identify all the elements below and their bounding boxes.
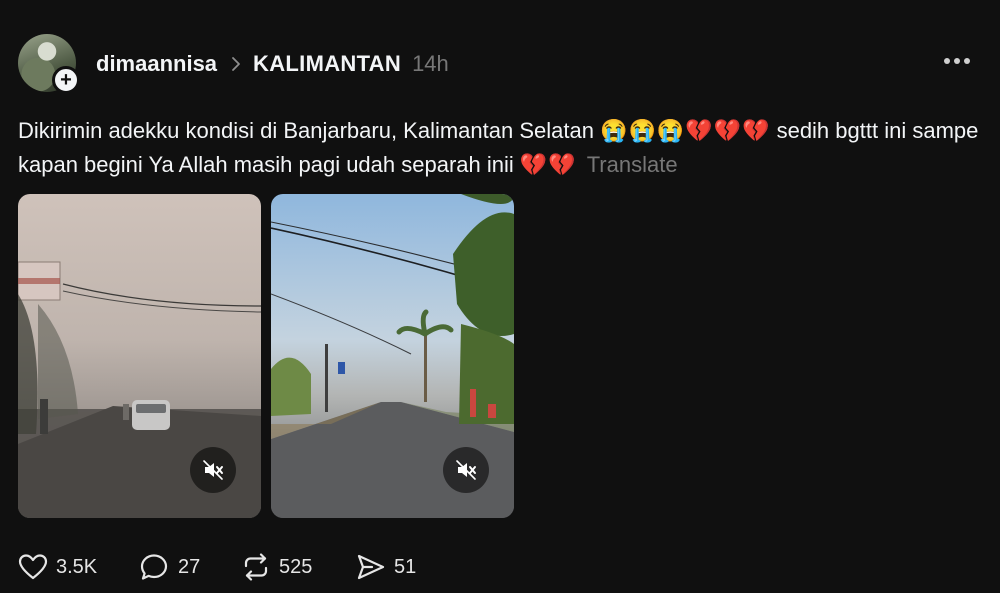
video-thumbnail-2[interactable]	[271, 194, 514, 518]
send-icon	[357, 554, 385, 580]
repost-count: 525	[279, 555, 313, 578]
follow-plus-icon[interactable]: +	[52, 66, 80, 94]
caption-text: Dikirimin adekku kondisi di Banjarbaru, …	[18, 118, 594, 143]
repost-icon	[244, 553, 268, 581]
post-header: dimaannisa KALIMANTAN 14h	[96, 48, 449, 80]
chevron-right-icon	[231, 56, 241, 72]
repost-button[interactable]: 525	[241, 552, 312, 582]
topic-tag[interactable]: KALIMANTAN	[253, 51, 401, 77]
caption-emoji-2: 💔💔	[519, 152, 577, 177]
more-options-icon[interactable]	[944, 58, 970, 64]
post-caption: Dikirimin adekku kondisi di Banjarbaru, …	[18, 114, 988, 182]
comment-button[interactable]: 27	[140, 552, 200, 582]
heart-icon	[18, 554, 48, 580]
like-button[interactable]: 3.5K	[18, 552, 97, 582]
comment-count: 27	[178, 555, 201, 578]
comment-icon	[140, 554, 168, 580]
translate-link[interactable]: Translate	[587, 152, 678, 177]
video-thumbnail-1[interactable]	[18, 194, 261, 518]
username[interactable]: dimaannisa	[96, 51, 217, 77]
share-count: 51	[394, 555, 417, 578]
share-button[interactable]: 51	[356, 552, 416, 582]
like-count: 3.5K	[56, 555, 98, 578]
speaker-muted-icon-2[interactable]	[443, 447, 489, 493]
post-time: 14h	[412, 51, 449, 76]
caption-emoji: 😭😭😭💔💔💔	[600, 118, 771, 143]
speaker-muted-icon[interactable]	[190, 447, 236, 493]
